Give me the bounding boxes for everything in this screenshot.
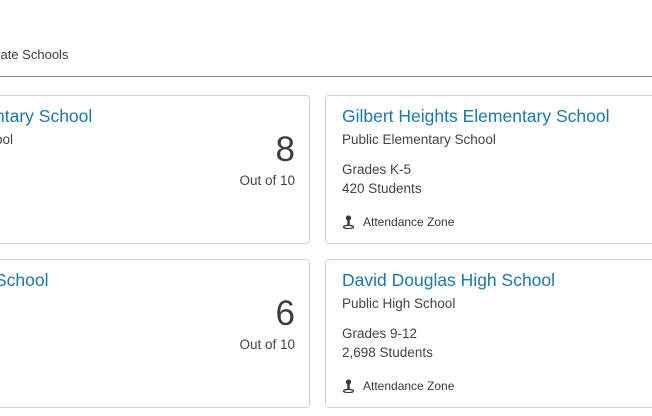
school-title[interactable]: David Douglas High School [342, 270, 555, 291]
attendance-zone-label: Attendance Zone [363, 215, 455, 229]
school-title[interactable]: ntary School [0, 106, 92, 127]
school-card-left-top[interactable]: ntary School ool 8 Out of 10 [0, 95, 310, 244]
school-card-left-bottom[interactable]: School 6 Out of 10 [0, 259, 310, 408]
map-pin-person-icon [343, 215, 354, 229]
school-type: Public Elementary School [342, 132, 496, 147]
school-grades: Grades K-5 [342, 162, 412, 177]
tab-private-schools[interactable]: vate Schools [0, 47, 68, 62]
school-card-david-douglas[interactable]: David Douglas High School Public High Sc… [325, 259, 652, 408]
school-title[interactable]: School [0, 270, 49, 291]
attendance-zone-link[interactable]: Attendance Zone [343, 215, 454, 229]
rating-scale: Out of 10 [239, 337, 295, 352]
school-title[interactable]: Gilbert Heights Elementary School [342, 106, 609, 127]
rating-scale: Out of 10 [239, 173, 295, 188]
school-students: 420 Students [342, 181, 422, 196]
school-grades: Grades 9-12 [342, 326, 418, 341]
school-type: Public High School [342, 296, 456, 311]
school-students: 2,698 Students [342, 345, 433, 360]
attendance-zone-link[interactable]: Attendance Zone [343, 379, 454, 393]
rating-value: 8 [275, 130, 295, 169]
map-pin-person-icon [343, 379, 354, 393]
school-type: ool [0, 132, 14, 147]
attendance-zone-label: Attendance Zone [363, 379, 455, 393]
tab-divider [0, 76, 652, 77]
rating-value: 6 [275, 294, 295, 333]
school-type-tabs: vate Schools [0, 0, 652, 77]
school-card-gilbert-heights[interactable]: Gilbert Heights Elementary School Public… [325, 95, 652, 244]
